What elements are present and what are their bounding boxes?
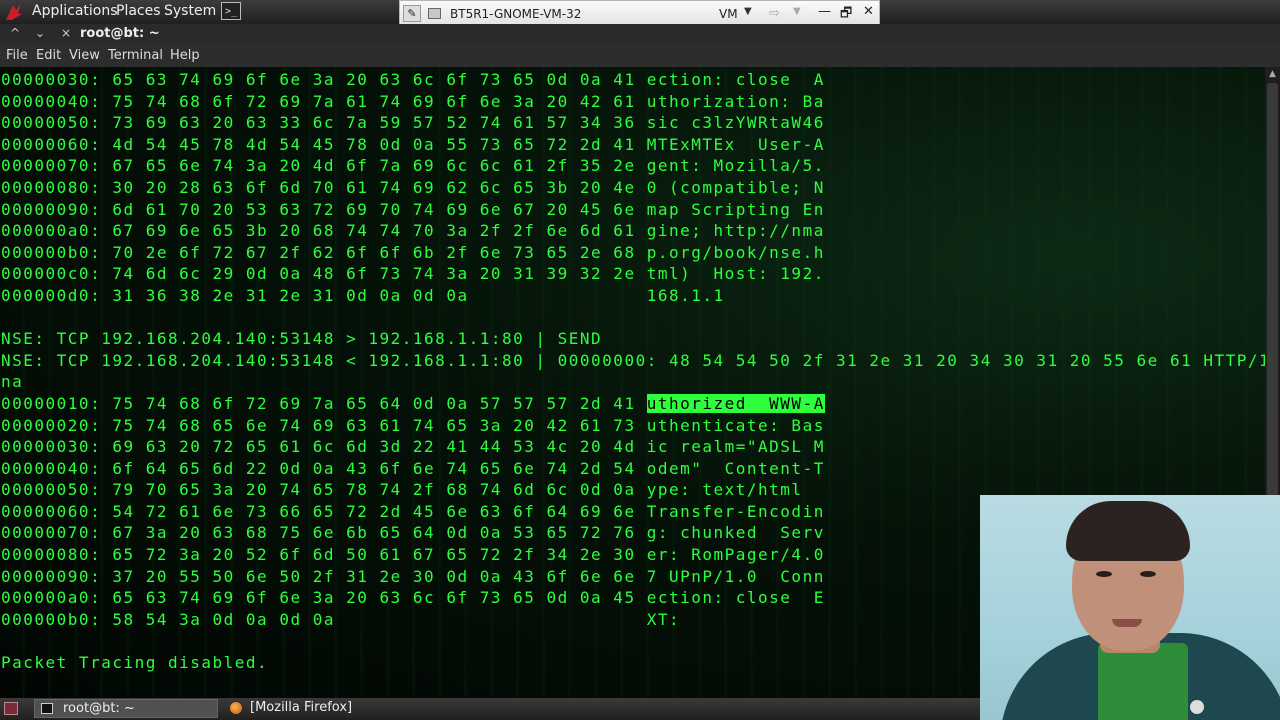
chevron-up-icon[interactable]: ^ bbox=[10, 26, 20, 40]
chevron-down-icon[interactable]: ▼ bbox=[744, 6, 752, 17]
chevron-down-icon[interactable]: ⌄ bbox=[35, 26, 45, 40]
places-menu[interactable]: Places bbox=[116, 3, 161, 19]
terminal-line: na bbox=[1, 372, 24, 392]
taskbar-item-firefox[interactable]: [Mozilla Firefox] bbox=[226, 699, 426, 718]
webcam-hair bbox=[1066, 501, 1190, 561]
terminal-line: 000000d0: 31 36 38 2e 31 2e 31 0d 0a 0d … bbox=[1, 285, 725, 305]
terminal-line: 00000070: 67 65 6e 74 3a 20 4d 6f 7a 69 … bbox=[1, 156, 825, 176]
terminal-line: 000000a0: 67 69 6e 65 3b 20 68 74 74 70 … bbox=[1, 221, 825, 241]
terminal-line: 00000030: 69 63 20 72 65 61 6c 6d 3d 22 … bbox=[1, 437, 825, 457]
terminal-line: 00000050: 73 69 63 20 63 33 6c 7a 59 57 … bbox=[1, 113, 825, 133]
terminal-line: 000000b0: 70 2e 6f 72 67 2f 62 6f 6f 6b … bbox=[1, 242, 825, 262]
taskbar-item-label: root@bt: ~ bbox=[63, 701, 135, 716]
terminal-line: 00000090: 6d 61 70 20 53 63 72 69 70 74 … bbox=[1, 199, 825, 219]
show-desktop-icon[interactable] bbox=[4, 702, 18, 715]
terminal-line: 00000060: 4d 54 45 78 4d 54 45 78 0d 0a … bbox=[1, 134, 825, 154]
close-button[interactable]: ✕ bbox=[863, 4, 874, 19]
taskbar-item-label: [Mozilla Firefox] bbox=[250, 700, 353, 715]
menu-file[interactable]: File bbox=[6, 48, 28, 63]
terminal-line: NSE: TCP 192.168.204.140:53148 > 192.168… bbox=[1, 329, 603, 349]
terminal-launcher-icon[interactable]: >_ bbox=[221, 2, 241, 20]
scroll-up-icon[interactable]: ▲ bbox=[1265, 67, 1280, 82]
menu-terminal[interactable]: Terminal bbox=[108, 48, 163, 63]
pin-icon[interactable]: ✎ bbox=[403, 5, 421, 22]
minimize-button[interactable]: — bbox=[818, 4, 831, 19]
terminal-line: 00000080: 30 20 28 63 6f 6d 70 61 74 69 … bbox=[1, 177, 825, 197]
text-selection[interactable]: uthorized WWW-A bbox=[646, 393, 825, 413]
window-title-bar: ^ ⌄ × root@bt: ~ bbox=[0, 24, 1280, 45]
vm-toolbar: ✎ BT5R1-GNOME-VM-32 VM ▼ ⇨ ▼ — 🗗 ✕ bbox=[399, 0, 880, 27]
terminal-line: 00000040: 75 74 68 6f 72 69 7a 61 74 69 … bbox=[1, 91, 825, 111]
vm-menu[interactable]: VM bbox=[719, 7, 738, 21]
firefox-icon bbox=[230, 702, 242, 714]
send-keys-icon[interactable]: ⇨ bbox=[769, 6, 780, 21]
presenter-webcam-feed bbox=[980, 495, 1280, 720]
terminal-line: 00000030: 65 63 74 69 6f 6e 3a 20 63 6c … bbox=[1, 70, 825, 89]
chevron-down-icon[interactable]: ▼ bbox=[793, 6, 801, 17]
window-title: root@bt: ~ bbox=[80, 26, 160, 41]
menu-help[interactable]: Help bbox=[170, 48, 200, 63]
lapel-mic-icon bbox=[1190, 700, 1204, 714]
menu-edit[interactable]: Edit bbox=[36, 48, 61, 63]
terminal-line: 000000c0: 74 6d 6c 29 0d 0a 48 6f 73 74 … bbox=[1, 264, 825, 284]
vm-icon bbox=[428, 8, 441, 19]
system-menu[interactable]: System bbox=[164, 3, 216, 19]
terminal-line: 00000040: 6f 64 65 6d 22 0d 0a 43 6f 6e … bbox=[1, 458, 825, 478]
restore-button[interactable]: 🗗 bbox=[840, 4, 852, 26]
webcam-eye bbox=[1140, 571, 1156, 577]
menu-view[interactable]: View bbox=[69, 48, 100, 63]
terminal-line: NSE: TCP 192.168.204.140:53148 < 192.168… bbox=[1, 350, 1265, 370]
vm-title: BT5R1-GNOME-VM-32 bbox=[450, 7, 582, 21]
terminal-line-selected: 00000010: 75 74 68 6f 72 69 7a 65 64 0d … bbox=[1, 393, 1265, 415]
webcam-shirt-stripe bbox=[1098, 643, 1188, 720]
webcam-eye bbox=[1096, 571, 1112, 577]
close-icon[interactable]: × bbox=[61, 26, 71, 40]
line-prefix: 00000010: 75 74 68 6f 72 69 7a 65 64 0d … bbox=[1, 393, 647, 413]
menu-bar: File Edit View Terminal Help bbox=[0, 45, 1280, 67]
terminal-line: 00000020: 75 74 68 65 6e 74 69 63 61 74 … bbox=[1, 415, 825, 435]
taskbar-item-terminal[interactable]: root@bt: ~ bbox=[34, 699, 218, 718]
applications-menu[interactable]: Applications bbox=[32, 3, 118, 19]
terminal-icon bbox=[41, 703, 53, 714]
webcam-mouth bbox=[1112, 619, 1142, 627]
backtrack-dragon-logo-icon[interactable] bbox=[3, 1, 25, 23]
